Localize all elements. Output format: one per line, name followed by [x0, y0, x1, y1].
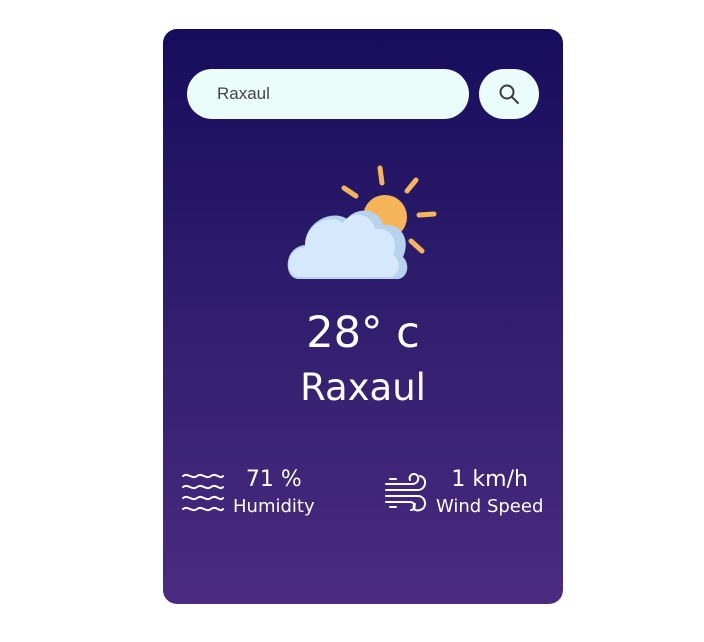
- partly-cloudy-icon: [287, 165, 437, 279]
- wind-speed-label: Wind Speed: [436, 496, 544, 517]
- humidity-value: 71 %: [245, 467, 302, 492]
- search-input[interactable]: [187, 69, 469, 119]
- humidity-stat: 71 % Humidity: [181, 465, 315, 519]
- wind-stat: 1 km/h Wind Speed: [384, 465, 543, 519]
- temperature-value: 28° c: [306, 308, 420, 358]
- wind-speed-value: 1 km/h: [451, 467, 528, 492]
- humidity-label: Humidity: [233, 496, 315, 517]
- wind-icon: [385, 472, 426, 512]
- search-icon: [499, 84, 519, 104]
- weather-card: 28° c Raxaul 71 % Humidity: [163, 29, 563, 604]
- humidity-waves-icon: [182, 473, 224, 512]
- city-name: Raxaul: [300, 366, 426, 409]
- search-button[interactable]: [479, 69, 539, 119]
